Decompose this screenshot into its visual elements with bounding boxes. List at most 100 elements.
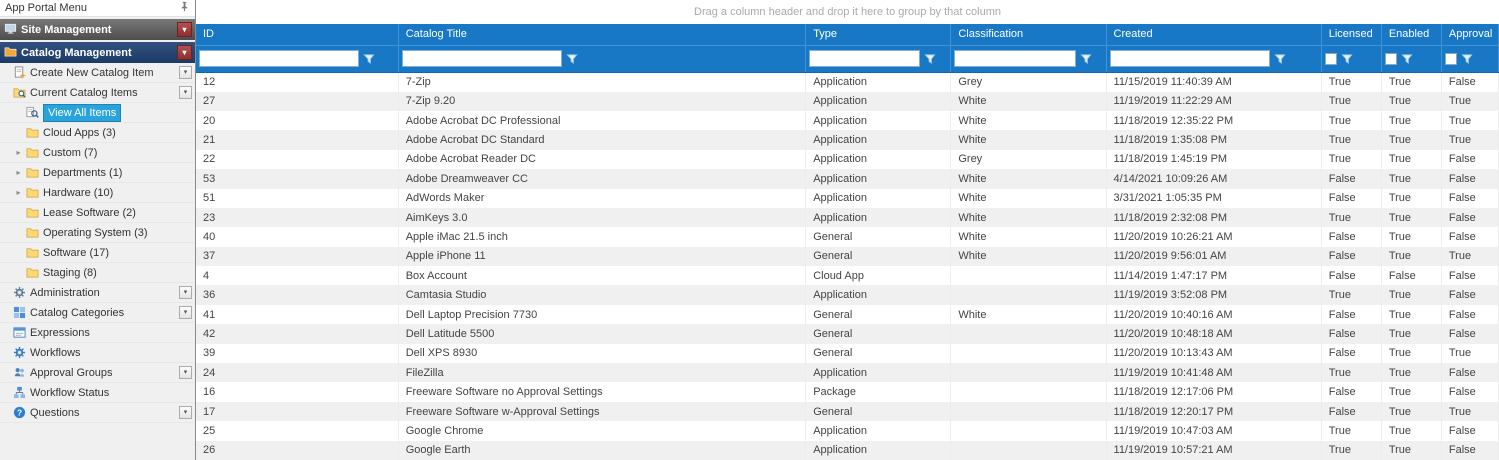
sidebar-item-departments-1[interactable]: ▸Departments (1)	[0, 163, 195, 183]
filter-input-created[interactable]	[1110, 50, 1270, 67]
cell-id: 37	[196, 247, 398, 266]
cell-type: General	[806, 324, 951, 343]
filter-icon[interactable]	[1274, 53, 1286, 65]
filter-input-catalog-title[interactable]	[402, 50, 562, 67]
filter-cell-approval	[1441, 45, 1498, 72]
chevron-down-icon[interactable]: ▾	[179, 366, 192, 379]
filter-icon[interactable]	[1341, 53, 1353, 65]
expand-arrow-icon[interactable]: ▸	[13, 168, 24, 177]
chevron-down-icon[interactable]: ▾	[179, 406, 192, 419]
sidebar-item-current-catalog-items[interactable]: Current Catalog Items▾	[0, 83, 195, 103]
table-row[interactable]: 20Adobe Acrobat DC ProfessionalApplicati…	[196, 111, 1499, 130]
sidebar-item-operating-system-3[interactable]: Operating System (3)	[0, 223, 195, 243]
table-row[interactable]: 24FileZillaApplication11/19/2019 10:41:4…	[196, 363, 1499, 382]
sidebar-item-expressions[interactable]: Expressions	[0, 323, 195, 343]
cell-created: 11/18/2019 1:35:08 PM	[1106, 130, 1321, 149]
expand-arrow-icon[interactable]: ▸	[13, 188, 24, 197]
table-row[interactable]: 42Dell Latitude 5500General11/20/2019 10…	[196, 324, 1499, 343]
cell-licensed: False	[1321, 247, 1381, 266]
table-row[interactable]: 53Adobe Dreamweaver CCApplicationWhite4/…	[196, 169, 1499, 188]
table-row[interactable]: 26Google EarthApplication11/19/2019 10:5…	[196, 441, 1499, 460]
table-row[interactable]: 22Adobe Acrobat Reader DCApplicationGrey…	[196, 150, 1499, 169]
chevron-down-icon[interactable]: ▾	[179, 66, 192, 79]
table-row[interactable]: 17Freeware Software w-Approval SettingsG…	[196, 402, 1499, 421]
filter-input-classification[interactable]	[954, 50, 1075, 67]
column-header-licensed[interactable]: Licensed	[1321, 24, 1381, 45]
table-row[interactable]: 25Google ChromeApplication11/19/2019 10:…	[196, 421, 1499, 440]
cell-type: Application	[806, 111, 951, 130]
sidebar-item-cloud-apps-3[interactable]: Cloud Apps (3)	[0, 123, 195, 143]
chevron-down-icon[interactable]: ▾	[179, 86, 192, 99]
filter-icon[interactable]	[924, 53, 936, 65]
sidebar-tree: Create New Catalog Item▾Current Catalog …	[0, 63, 195, 423]
cell-type: Application	[806, 150, 951, 169]
sidebar-item-create-new-catalog-item[interactable]: Create New Catalog Item▾	[0, 63, 195, 83]
filter-input-id[interactable]	[199, 50, 359, 67]
cell-catalog-title: AdWords Maker	[398, 189, 805, 208]
table-row[interactable]: 39Dell XPS 8930General11/20/2019 10:13:4…	[196, 344, 1499, 363]
cell-approval: False	[1441, 227, 1498, 246]
folder-icon	[24, 246, 40, 260]
table-row[interactable]: 37Apple iPhone 11GeneralWhite11/20/2019 …	[196, 247, 1499, 266]
sidebar-section-catalog-management[interactable]: Catalog Management ▾	[0, 42, 195, 63]
grid-filter-row	[196, 45, 1499, 72]
cell-approval: False	[1441, 305, 1498, 324]
filter-icon[interactable]	[1461, 53, 1473, 65]
sidebar-item-catalog-categories[interactable]: Catalog Categories▾	[0, 303, 195, 323]
column-header-id[interactable]: ID	[196, 24, 398, 45]
sidebar-item-workflows[interactable]: Workflows	[0, 343, 195, 363]
filter-icon[interactable]	[363, 53, 375, 65]
table-row[interactable]: 127-ZipApplicationGrey11/15/2019 11:40:3…	[196, 72, 1499, 91]
column-header-classification[interactable]: Classification	[951, 24, 1106, 45]
sidebar-item-administration[interactable]: Administration▾	[0, 283, 195, 303]
group-by-hint[interactable]: Drag a column header and drop it here to…	[196, 0, 1499, 24]
filter-input-type[interactable]	[809, 50, 920, 67]
table-row[interactable]: 40Apple iMac 21.5 inchGeneralWhite11/20/…	[196, 227, 1499, 246]
expand-arrow-icon[interactable]: ▸	[13, 148, 24, 157]
table-row[interactable]: 51AdWords MakerApplicationWhite3/31/2021…	[196, 189, 1499, 208]
chevron-down-icon[interactable]: ▾	[179, 306, 192, 319]
filter-checkbox-enabled[interactable]	[1385, 53, 1397, 65]
sidebar-item-software-17[interactable]: Software (17)	[0, 243, 195, 263]
chevron-down-icon[interactable]: ▾	[177, 45, 192, 60]
filter-icon[interactable]	[1080, 53, 1092, 65]
column-header-enabled[interactable]: Enabled	[1381, 24, 1441, 45]
chevron-down-icon[interactable]: ▾	[177, 22, 192, 37]
column-header-type[interactable]: Type	[806, 24, 951, 45]
sidebar-item-questions[interactable]: ?Questions▾	[0, 403, 195, 423]
sidebar-item-custom-7[interactable]: ▸Custom (7)	[0, 143, 195, 163]
cell-id: 42	[196, 324, 398, 343]
sidebar-item-view-all-items[interactable]: View All Items	[0, 103, 195, 123]
sidebar-item-lease-software-2[interactable]: Lease Software (2)	[0, 203, 195, 223]
table-row[interactable]: 36Camtasia StudioApplication11/19/2019 3…	[196, 285, 1499, 304]
filter-checkbox-licensed[interactable]	[1325, 53, 1337, 65]
filter-icon[interactable]	[566, 53, 578, 65]
pin-icon[interactable]	[179, 1, 190, 15]
cell-licensed: False	[1321, 402, 1381, 421]
catalog-grid: IDCatalog TitleTypeClassificationCreated…	[196, 24, 1499, 460]
cell-approval: False	[1441, 169, 1498, 188]
table-row[interactable]: 16Freeware Software no Approval Settings…	[196, 382, 1499, 401]
cell-created: 11/19/2019 10:41:48 AM	[1106, 363, 1321, 382]
sidebar-item-staging-8[interactable]: Staging (8)	[0, 263, 195, 283]
cell-licensed: True	[1321, 441, 1381, 460]
table-row[interactable]: 277-Zip 9.20ApplicationWhite11/19/2019 1…	[196, 92, 1499, 111]
filter-checkbox-approval[interactable]	[1445, 53, 1457, 65]
cell-classification: White	[951, 305, 1106, 324]
table-row[interactable]: 21Adobe Acrobat DC StandardApplicationWh…	[196, 130, 1499, 149]
table-row[interactable]: 23AimKeys 3.0ApplicationWhite11/18/2019 …	[196, 208, 1499, 227]
chevron-down-icon[interactable]: ▾	[179, 286, 192, 299]
table-row[interactable]: 4Box AccountCloud App11/14/2019 1:47:17 …	[196, 266, 1499, 285]
sidebar-item-workflow-status[interactable]: Workflow Status	[0, 383, 195, 403]
table-row[interactable]: 41Dell Laptop Precision 7730GeneralWhite…	[196, 305, 1499, 324]
filter-cell-classification	[951, 45, 1106, 72]
column-header-created[interactable]: Created	[1106, 24, 1321, 45]
sidebar-section-site-management[interactable]: Site Management ▾	[0, 19, 195, 40]
sidebar-item-hardware-10[interactable]: ▸Hardware (10)	[0, 183, 195, 203]
filter-icon[interactable]	[1401, 53, 1413, 65]
sidebar-item-label: Create New Catalog Item	[30, 67, 179, 79]
sidebar-item-approval-groups[interactable]: Approval Groups▾	[0, 363, 195, 383]
cell-id: 24	[196, 363, 398, 382]
column-header-approval[interactable]: Approval	[1441, 24, 1498, 45]
column-header-catalog-title[interactable]: Catalog Title	[398, 24, 805, 45]
